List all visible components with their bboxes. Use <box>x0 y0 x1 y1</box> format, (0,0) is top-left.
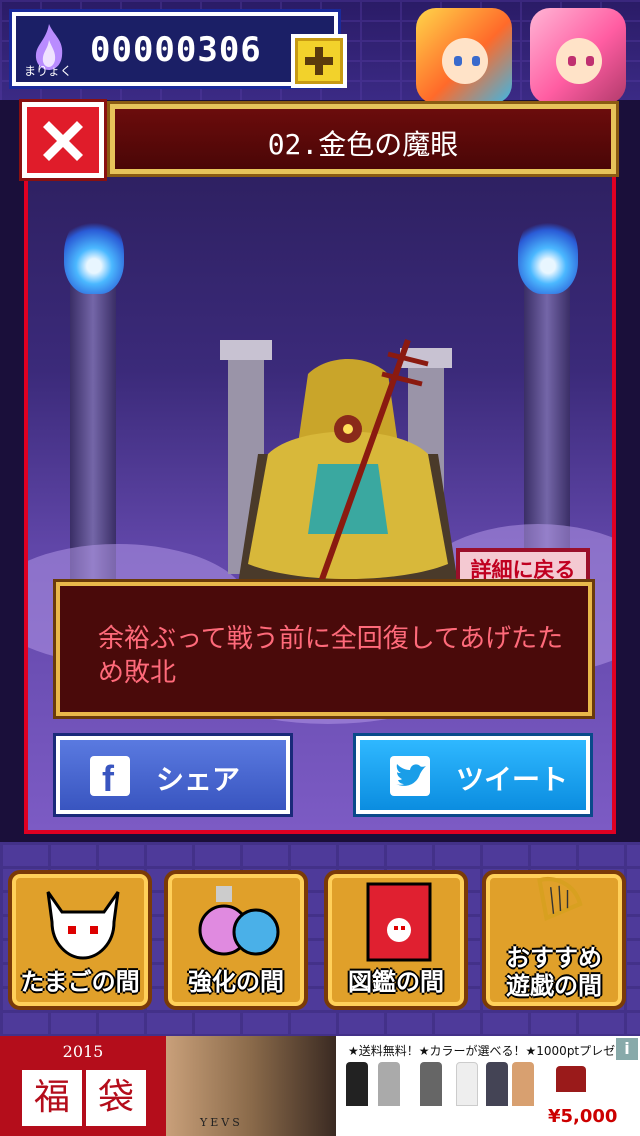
menu-item-recommended-games[interactable]: おすすめ 遊戯の間 <box>482 870 626 1010</box>
ad-price: ¥5,000 <box>548 1106 618 1127</box>
menu-item-label: 図鑑の間 <box>348 968 444 996</box>
currency-panel: まりょく 00000306 <box>9 9 347 89</box>
ad-promo-text: ★送料無料！★カラーが選べる！★1000ptプレゼント <box>348 1044 640 1058</box>
facebook-icon: f <box>90 756 130 799</box>
menu-item-power-room[interactable]: 強化の間 <box>164 870 308 1010</box>
top-bar: まりょく 00000306 <box>0 0 640 104</box>
title-plate: 02.金色の魔眼 <box>107 101 619 177</box>
twitter-tweet-button[interactable]: ツイート <box>353 733 593 817</box>
ad-year: 2015 <box>62 1042 104 1061</box>
app-icon-girl[interactable] <box>530 8 626 104</box>
facebook-share-button[interactable]: f シェア <box>53 733 293 817</box>
ad-fukubukuro-panel: 2015 福 袋 <box>0 1036 166 1136</box>
potion-icon <box>198 886 280 956</box>
ad-model-photo <box>166 1036 336 1136</box>
menu-item-label: たまごの間 <box>20 968 140 996</box>
harp-icon <box>537 877 583 921</box>
facebook-share-label: シェア <box>156 763 241 796</box>
message-box: 余裕ぶって戦う前に全回復してあげたため敗北 <box>53 579 595 719</box>
currency-value: 00000306 <box>90 30 262 70</box>
bottom-menu: たまごの間 強化の間 図鑑の間 おすすめ 遊戯の間 <box>0 842 640 1036</box>
blue-flame-right <box>518 214 578 294</box>
menu-item-label: おすすめ 遊戯の間 <box>506 944 602 1000</box>
menu-item-egg-room[interactable]: たまごの間 <box>8 870 152 1010</box>
add-currency-button[interactable] <box>291 34 347 88</box>
ad-brand: YEVS <box>200 1116 243 1129</box>
menu-item-encyclopedia-room[interactable]: 図鑑の間 <box>324 870 468 1010</box>
info-icon[interactable]: i <box>616 1038 638 1060</box>
advertisement-banner[interactable]: 2015 福 袋 YEVS ★送料無料！★カラーが選べる！★1000ptプレゼン… <box>0 1036 640 1136</box>
app-icon-knight[interactable] <box>416 8 512 104</box>
blue-flame-left <box>64 214 124 294</box>
currency-label: まりょく <box>24 64 73 78</box>
close-icon <box>43 121 83 161</box>
twitter-bird-icon <box>390 756 430 796</box>
ad-kanji-bukuro: 袋 <box>86 1070 146 1126</box>
close-button[interactable] <box>19 99 107 181</box>
monster-detail-panel: 詳細に戻る 余裕ぶって戦う前に全回復してあげたため敗北 f シェア ツイート <box>24 120 616 834</box>
twitter-tweet-label: ツイート <box>456 763 569 796</box>
egg-monster-icon <box>46 891 120 960</box>
book-icon <box>366 882 432 962</box>
defeat-message: 余裕ぶって戦う前に全回復してあげたため敗北 <box>98 624 564 688</box>
page-title: 02.金色の魔眼 <box>267 128 459 161</box>
menu-item-label: 強化の間 <box>188 968 284 996</box>
ad-kanji-fuku: 福 <box>22 1070 82 1126</box>
